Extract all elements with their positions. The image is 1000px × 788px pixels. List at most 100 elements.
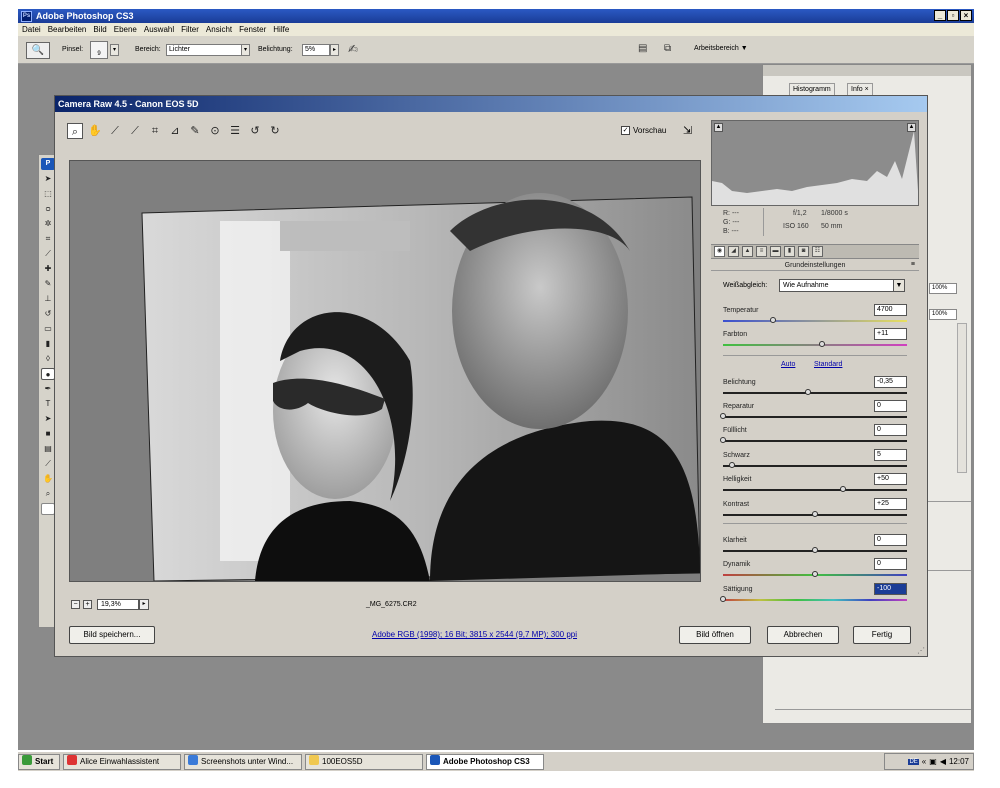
panel-menu-icon[interactable]: ≡ <box>911 261 915 268</box>
default-link[interactable]: Standard <box>814 361 842 368</box>
red-eye-tool-icon[interactable]: ⊙ <box>207 123 223 139</box>
white-balance-tool-icon[interactable]: ⟋ <box>107 123 123 139</box>
taskbar-item-screenshots[interactable]: Screenshots unter Wind... <box>184 753 302 770</box>
zoom-in-button[interactable]: + <box>83 600 92 609</box>
menu-filter[interactable]: Filter <box>181 25 199 34</box>
slider-thumb[interactable] <box>720 413 726 419</box>
slider-value-input[interactable]: 4700 <box>874 304 907 316</box>
slider-track[interactable] <box>723 599 907 601</box>
menu-fenster[interactable]: Fenster <box>239 25 266 34</box>
open-image-button[interactable]: Bild öffnen <box>679 626 751 644</box>
cancel-button[interactable]: Abbrechen <box>767 626 839 644</box>
slider-thumb[interactable] <box>769 317 776 323</box>
type-tool-icon[interactable]: T <box>41 398 55 410</box>
menu-bild[interactable]: Bild <box>93 25 106 34</box>
panel-scrollbar[interactable] <box>957 323 967 473</box>
slider-thumb[interactable] <box>812 547 818 553</box>
auto-link[interactable]: Auto <box>781 361 795 368</box>
slider-value-input[interactable]: +11 <box>874 328 907 340</box>
dodge-tool-preset-button[interactable]: 🔍 <box>26 42 50 59</box>
airbrush-icon[interactable]: ✍ <box>348 42 358 56</box>
workflow-options-link[interactable]: Adobe RGB (1998); 16 Bit; 3815 x 2544 (9… <box>372 630 577 639</box>
crop-tool-icon[interactable]: ⌗ <box>41 233 55 245</box>
brush-preset-picker[interactable]: 9 <box>90 41 108 59</box>
volume-icon[interactable]: ◀ <box>940 757 946 766</box>
slice-tool-icon[interactable]: ⟋ <box>41 248 55 260</box>
slider-track[interactable] <box>723 465 907 467</box>
start-button[interactable]: Start <box>18 753 60 770</box>
menu-datei[interactable]: Datei <box>22 25 41 34</box>
slider-track[interactable] <box>723 440 907 442</box>
healing-brush-tool-icon[interactable]: ✚ <box>41 263 55 275</box>
range-select[interactable]: Lichter <box>166 44 250 56</box>
tab-presets-icon[interactable]: ☷ <box>812 246 823 257</box>
slider-track[interactable] <box>723 416 907 418</box>
zoom-field-a[interactable]: 100% <box>929 283 957 294</box>
eraser-tool-icon[interactable]: ▭ <box>41 323 55 335</box>
slider-value-input[interactable]: 0 <box>874 558 907 570</box>
shape-tool-icon[interactable]: ■ <box>41 428 55 440</box>
minimize-button[interactable]: _ <box>934 10 946 21</box>
rotate-left-icon[interactable]: ↺ <box>247 123 263 139</box>
marquee-tool-icon[interactable]: ⬚ <box>41 188 55 200</box>
fullscreen-toggle-icon[interactable]: ⇲ <box>683 124 692 137</box>
slider-value-input[interactable]: +25 <box>874 498 907 510</box>
restore-button[interactable]: ▫ <box>947 10 959 21</box>
move-tool-icon[interactable]: ➤ <box>41 173 55 185</box>
slider-thumb[interactable] <box>812 511 818 517</box>
straighten-tool-icon[interactable]: ⊿ <box>167 123 183 139</box>
slider-thumb[interactable] <box>729 462 736 468</box>
tab-detail-icon[interactable]: ▲ <box>742 246 753 257</box>
crop-tool-icon[interactable]: ⌗ <box>147 123 163 139</box>
magic-wand-tool-icon[interactable]: ✲ <box>41 218 55 230</box>
zoom-level-field[interactable]: 19,3% <box>97 599 139 610</box>
rotate-right-icon[interactable]: ↻ <box>267 123 283 139</box>
slider-value-input[interactable]: -0,35 <box>874 376 907 388</box>
zoom-tool-icon[interactable]: ⌕ <box>67 123 83 139</box>
slider-value-input[interactable]: 0 <box>874 534 907 546</box>
white-balance-dropdown-arrow[interactable]: ▼ <box>893 280 904 291</box>
palette-well-icon[interactable]: ▤ <box>638 43 647 54</box>
blur-tool-icon[interactable]: ◊ <box>41 353 55 365</box>
language-indicator[interactable]: DE <box>908 758 919 765</box>
taskbar-item-folder[interactable]: 100EOS5D <box>305 753 423 770</box>
image-preview[interactable] <box>69 160 701 582</box>
menu-ebene[interactable]: Ebene <box>114 25 137 34</box>
eyedropper-tool-icon[interactable]: ⟋ <box>41 458 55 470</box>
tab-tone-curve-icon[interactable]: ◢ <box>728 246 739 257</box>
bridge-icon[interactable]: ⧉ <box>664 43 671 54</box>
slider-thumb[interactable] <box>812 571 818 577</box>
network-icon[interactable]: ▣ <box>929 757 937 766</box>
close-button[interactable]: × <box>960 10 972 21</box>
slider-thumb[interactable] <box>720 437 726 443</box>
tab-basic-icon[interactable]: ◉ <box>714 246 725 257</box>
highlight-clipping-warning-icon[interactable]: ▲ <box>907 123 916 132</box>
zoom-out-button[interactable]: − <box>71 600 80 609</box>
hand-tool-icon[interactable]: ✋ <box>87 123 103 139</box>
retouch-tool-icon[interactable]: ✎ <box>187 123 203 139</box>
slider-value-input[interactable]: +50 <box>874 473 907 485</box>
taskbar-item-alice[interactable]: Alice Einwahlassistent <box>63 753 181 770</box>
menu-bearbeiten[interactable]: Bearbeiten <box>48 25 87 34</box>
color-swatches-icon[interactable] <box>41 503 55 515</box>
tab-lens-icon[interactable]: ▮ <box>784 246 795 257</box>
slider-value-input[interactable]: 5 <box>874 449 907 461</box>
dodge-tool-icon[interactable]: ● <box>41 368 55 380</box>
slider-track[interactable] <box>723 344 907 346</box>
exposure-slider-arrow[interactable]: ▸ <box>330 44 339 56</box>
slider-thumb[interactable] <box>819 341 826 347</box>
save-image-button[interactable]: Bild speichern... <box>69 626 155 644</box>
zoom-menu-arrow[interactable]: ▸ <box>139 599 149 610</box>
slider-value-input[interactable]: -100 <box>874 583 907 595</box>
menu-hilfe[interactable]: Hilfe <box>273 25 289 34</box>
color-sampler-tool-icon[interactable]: ⟋ <box>127 123 143 139</box>
zoom-tool-icon[interactable]: ⌕ <box>41 488 55 500</box>
tab-split-toning-icon[interactable]: ▬ <box>770 246 781 257</box>
slider-track[interactable] <box>723 320 907 322</box>
zoom-field-b[interactable]: 100% <box>929 309 957 320</box>
brush-dropdown-arrow[interactable]: ▾ <box>110 44 119 56</box>
white-balance-select[interactable]: Wie Aufnahme <box>779 279 905 292</box>
taskbar-item-photoshop[interactable]: Adobe Photoshop CS3 <box>426 753 544 770</box>
menu-auswahl[interactable]: Auswahl <box>144 25 174 34</box>
stamp-tool-icon[interactable]: ⊥ <box>41 293 55 305</box>
